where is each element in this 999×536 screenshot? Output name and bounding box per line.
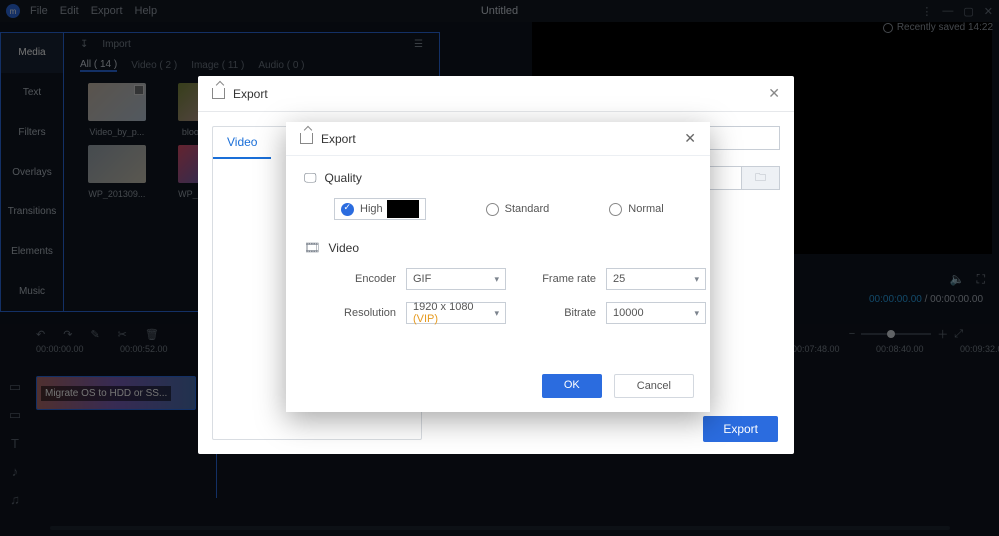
export-icon bbox=[212, 88, 225, 99]
format-tab-video[interactable]: Video bbox=[213, 127, 271, 159]
film-icon: 🎞 bbox=[304, 240, 321, 256]
close-icon[interactable]: ✕ bbox=[684, 130, 696, 147]
export-settings-modal: Export ✕ 🖵 Quality High Standard Normal … bbox=[286, 122, 710, 412]
chevron-down-icon: ▾ bbox=[494, 308, 499, 319]
redaction-block bbox=[387, 200, 419, 218]
chevron-down-icon: ▾ bbox=[494, 274, 499, 285]
quality-standard-label: Standard bbox=[505, 203, 550, 215]
export-button[interactable]: Export bbox=[703, 416, 778, 442]
video-fields: Encoder GIF ▾ Frame rate 25 ▾ Resolution… bbox=[304, 268, 692, 324]
resolution-label: Resolution bbox=[320, 307, 396, 319]
quality-label: Quality bbox=[325, 171, 362, 185]
export-title: Export bbox=[233, 87, 268, 101]
folder-icon: 🗀 bbox=[755, 169, 766, 188]
quality-standard-radio[interactable]: Standard bbox=[486, 203, 550, 216]
bitrate-label: Bitrate bbox=[516, 307, 596, 319]
resolution-select[interactable]: 1920 x 1080 (VIP) ▾ bbox=[406, 302, 506, 324]
encoder-label: Encoder bbox=[320, 273, 396, 285]
chevron-down-icon: ▾ bbox=[694, 308, 699, 319]
video-section-header: 🎞 Video bbox=[304, 240, 692, 256]
quality-normal-radio[interactable]: Normal bbox=[609, 203, 663, 216]
radio-unchecked-icon bbox=[486, 203, 499, 216]
encoder-select[interactable]: GIF ▾ bbox=[406, 268, 506, 290]
cancel-button[interactable]: Cancel bbox=[614, 374, 694, 398]
close-icon[interactable]: ✕ bbox=[768, 85, 780, 102]
resolution-value: 1920 x 1080 (VIP) bbox=[413, 301, 494, 325]
radio-checked-icon bbox=[341, 203, 354, 216]
ok-button[interactable]: OK bbox=[542, 374, 602, 398]
export-settings-title: Export bbox=[321, 132, 356, 146]
chevron-down-icon: ▾ bbox=[694, 274, 699, 285]
framerate-label: Frame rate bbox=[516, 273, 596, 285]
export-settings-header: Export ✕ bbox=[286, 122, 710, 156]
bitrate-value: 10000 bbox=[613, 307, 644, 319]
export-icon bbox=[300, 133, 313, 144]
framerate-value: 25 bbox=[613, 273, 625, 285]
radio-unchecked-icon bbox=[609, 203, 622, 216]
export-modal-header: Export ✕ bbox=[198, 76, 794, 112]
bitrate-select[interactable]: 10000 ▾ bbox=[606, 302, 706, 324]
quality-high-label: High bbox=[360, 203, 383, 215]
framerate-select[interactable]: 25 ▾ bbox=[606, 268, 706, 290]
video-label: Video bbox=[329, 241, 359, 255]
quality-section-header: 🖵 Quality bbox=[304, 170, 692, 186]
browse-folder-button[interactable]: 🗀 bbox=[742, 166, 780, 190]
monitor-icon: 🖵 bbox=[304, 170, 317, 186]
encoder-value: GIF bbox=[413, 273, 431, 285]
quality-high-radio[interactable]: High bbox=[334, 198, 426, 220]
quality-normal-label: Normal bbox=[628, 203, 663, 215]
quality-radios: High Standard Normal bbox=[304, 198, 692, 220]
